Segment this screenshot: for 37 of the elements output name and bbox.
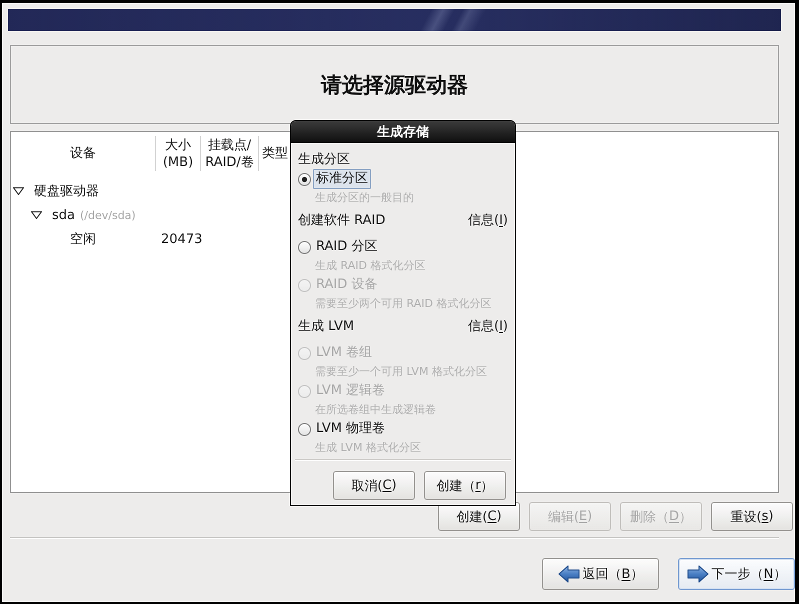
radio-button[interactable] <box>298 422 311 436</box>
section-heading: 创建软件 RAID <box>298 212 386 229</box>
info-link[interactable]: 信息(I) <box>468 211 508 229</box>
option-description: 生成分区的一般目的 <box>315 191 414 204</box>
device-path: (/dev/sda) <box>80 208 136 222</box>
device-name[interactable]: 空闲 <box>70 230 96 248</box>
column-header[interactable]: 大小 (MB) <box>162 136 194 170</box>
radio-label[interactable]: LVM 物理卷 <box>313 419 388 439</box>
info-link[interactable]: 信息(I) <box>468 317 508 335</box>
device-name[interactable]: 硬盘驱动器 <box>34 182 99 200</box>
radio-label[interactable]: 标准分区 <box>313 169 371 189</box>
disclosure-triangle-icon[interactable] <box>31 211 42 219</box>
arrow-right-icon <box>686 565 709 583</box>
option-description: 生成 RAID 格式化分区 <box>315 259 426 272</box>
column-header[interactable]: 挂载点/ RAID/卷 <box>205 136 254 170</box>
reset-button[interactable]: 重设(s) <box>711 502 793 531</box>
page-title: 请选择源驱动器 <box>321 72 468 98</box>
section-heading: 生成分区 <box>298 151 350 168</box>
dialog-title: 生成存储 <box>377 124 429 141</box>
arrow-left-icon <box>558 565 580 583</box>
device-name[interactable]: sda <box>52 208 75 222</box>
next-button[interactable]: 下一步（N） <box>678 558 795 590</box>
column-header[interactable]: 类型 <box>262 145 288 162</box>
disclosure-triangle-icon[interactable] <box>13 187 24 195</box>
radio-label[interactable]: RAID 分区 <box>313 237 380 257</box>
option-description: 需要至少两个可用 RAID 格式化分区 <box>315 297 492 310</box>
section-heading: 生成 LVM <box>298 318 354 335</box>
size-value: 20473 <box>161 232 202 246</box>
radio-button[interactable] <box>298 172 311 186</box>
back-button[interactable]: 返回（B） <box>542 558 659 590</box>
option-description: 在所选卷组中生成逻辑卷 <box>315 403 436 416</box>
radio-button[interactable] <box>298 240 311 254</box>
option-description: 生成 LVM 格式化分区 <box>315 441 421 454</box>
option-description: 需要至少一个可用 LVM 格式化分区 <box>315 365 487 378</box>
create-button[interactable]: 创建（r） <box>424 471 506 500</box>
column-header[interactable]: 设备 <box>70 145 96 162</box>
cancel-button[interactable]: 取消(C) <box>333 471 415 500</box>
